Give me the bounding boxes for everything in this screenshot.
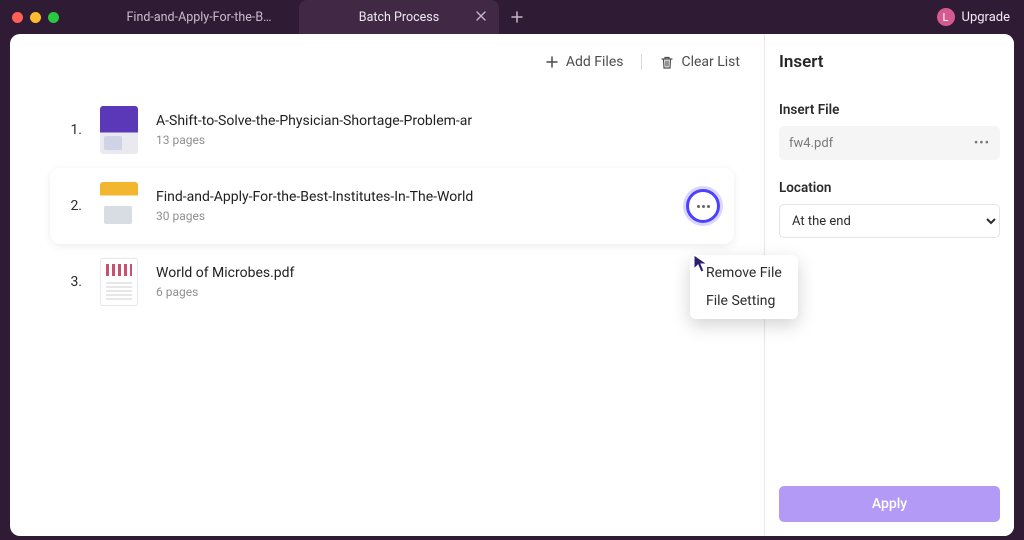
- file-meta: A-Shift-to-Solve-the-Physician-Shortage-…: [156, 113, 720, 147]
- location-label: Location: [779, 180, 1000, 196]
- file-name: World of Microbes.pdf: [156, 265, 476, 281]
- row-number: 3.: [58, 274, 82, 290]
- workspace: Add Files Clear List 1. A-Shift-to-Solve…: [10, 34, 1014, 536]
- sidebar-title: Insert: [779, 52, 1000, 72]
- row-options-button[interactable]: [686, 189, 720, 223]
- file-meta: Find-and-Apply-For-the-Best-Institutes-I…: [156, 189, 668, 223]
- insert-file-value: fw4.pdf: [789, 136, 833, 151]
- new-tab-button[interactable]: [507, 7, 527, 27]
- avatar: L: [937, 8, 955, 26]
- plus-icon: [545, 55, 559, 69]
- location-select[interactable]: At the end: [779, 204, 1000, 238]
- tab-document[interactable]: Find-and-Apply-For-the-B…: [99, 0, 299, 34]
- file-meta: World of Microbes.pdf 6 pages: [156, 265, 720, 299]
- upgrade-button[interactable]: L Upgrade: [937, 8, 1010, 26]
- tab-batch-process[interactable]: Batch Process: [299, 0, 499, 34]
- toolbar-divider: [641, 54, 642, 70]
- file-thumbnail: [100, 106, 138, 154]
- row-number: 2.: [58, 198, 82, 214]
- file-name: Find-and-Apply-For-the-Best-Institutes-I…: [156, 189, 476, 205]
- clear-list-label: Clear List: [681, 54, 740, 70]
- file-row[interactable]: 1. A-Shift-to-Solve-the-Physician-Shorta…: [50, 92, 734, 168]
- tab-label: Batch Process: [359, 10, 439, 25]
- cursor-icon: [692, 253, 710, 275]
- upgrade-label: Upgrade: [962, 10, 1010, 25]
- file-pages: 6 pages: [156, 285, 720, 299]
- ellipsis-icon: •••: [974, 136, 990, 151]
- main-panel: Add Files Clear List 1. A-Shift-to-Solve…: [10, 34, 764, 536]
- close-icon[interactable]: [475, 10, 489, 24]
- sidebar-panel: Insert Insert File fw4.pdf ••• Location …: [764, 34, 1014, 536]
- tab-label: Find-and-Apply-For-the-B…: [127, 10, 272, 25]
- avatar-initial: L: [943, 11, 949, 24]
- window-zoom[interactable]: [48, 12, 59, 23]
- file-name: A-Shift-to-Solve-the-Physician-Shortage-…: [156, 113, 476, 129]
- context-file-setting[interactable]: File Setting: [690, 287, 798, 315]
- clear-list-button[interactable]: Clear List: [660, 54, 740, 70]
- window-controls: [12, 12, 59, 23]
- insert-file-label: Insert File: [779, 102, 1000, 118]
- window-close[interactable]: [12, 12, 23, 23]
- file-pages: 13 pages: [156, 133, 720, 147]
- trash-icon: [660, 55, 674, 70]
- file-thumbnail: [100, 182, 138, 230]
- titlebar: Find-and-Apply-For-the-B… Batch Process …: [0, 0, 1024, 34]
- add-files-label: Add Files: [566, 54, 624, 70]
- file-row[interactable]: 2. Find-and-Apply-For-the-Best-Institute…: [50, 168, 734, 244]
- row-number: 1.: [58, 122, 82, 138]
- file-thumbnail: [100, 258, 138, 306]
- file-row[interactable]: 3. World of Microbes.pdf 6 pages: [50, 244, 734, 320]
- ellipsis-icon: [697, 205, 710, 208]
- add-files-button[interactable]: Add Files: [545, 54, 624, 70]
- apply-button[interactable]: Apply: [779, 486, 1000, 522]
- insert-file-picker[interactable]: fw4.pdf •••: [779, 126, 1000, 160]
- toolbar: Add Files Clear List: [10, 46, 764, 88]
- tab-strip: Find-and-Apply-For-the-B… Batch Process: [99, 0, 527, 34]
- file-pages: 30 pages: [156, 209, 668, 223]
- file-list: 1. A-Shift-to-Solve-the-Physician-Shorta…: [10, 88, 764, 320]
- window-minimize[interactable]: [30, 12, 41, 23]
